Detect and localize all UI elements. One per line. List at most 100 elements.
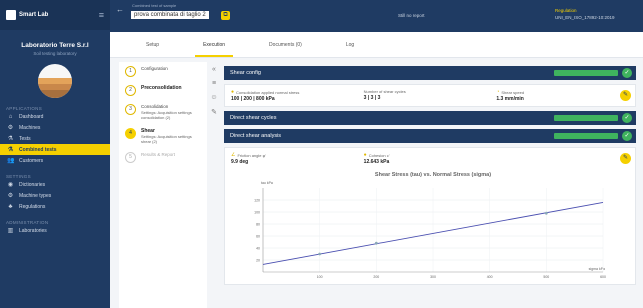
step-configuration[interactable]: 1 Configuration [119,62,207,81]
sidebar-item-laboratories[interactable]: ▥ Laboratories [0,225,110,236]
side-toolbar: « ≡ ☺ ✎ [209,66,219,122]
step-number: 1 [125,66,136,77]
step-subtitle: Settings: Acquisition settings shear (2) [141,134,192,144]
step-shear[interactable]: 4 Shear Settings: Acquisition settings sh… [119,124,207,148]
step-number: 5 [125,152,136,163]
x-axis-label: sigma kPa [589,267,605,271]
building-icon: ▥ [7,228,14,234]
y-tick-label: 100 [254,211,260,215]
lab-name: Laboratorio Terre S.r.l [21,42,89,49]
back-arrow-icon[interactable]: ← [116,5,124,14]
tab-documents[interactable]: Documents (0) [261,32,310,57]
breadcrumb-title: prova combinata di taglio 2 [131,11,209,19]
sidebar-item-customers[interactable]: 👥 Customers [0,155,110,166]
x-tick-label: 400 [487,275,493,279]
tab-setup[interactable]: Setup [138,32,167,57]
top-bar: ← Combined test of sample prova combinat… [110,0,643,32]
edit-pencil-icon[interactable]: ✎ [620,90,631,101]
step-title: Results & Report [141,152,176,157]
step-subtitle: Settings: Acquisition settings consolida… [141,110,192,120]
chart-title: Shear Stress (tau) vs. Normal Stress (si… [375,172,491,178]
shear-config-header[interactable]: Shear config ✓ [224,66,636,80]
lab-avatar [38,64,72,98]
step-number: 3 [125,104,136,115]
wrench-icon[interactable]: ✎ [209,108,219,122]
step-list: 1 Configuration 2 Preconsolidation 3 Con… [119,62,207,308]
machine-icon: ⚙ [7,193,14,199]
brand-bar: Smart Lab ≡ [0,0,110,30]
progress-bar [554,115,618,121]
step-number: 2 [125,85,136,96]
step-title: Preconsolidation [141,85,182,91]
main-content: Shear config ✓ ● Consolidation applied no… [224,66,636,308]
speed-icon: ◔ [496,89,500,95]
regulation-value: UNI_EN_ISO_17892-10:2019 [555,15,615,20]
pin-icon: ● [231,89,235,95]
x-tick-label: 100 [317,275,323,279]
step-title: Configuration [141,66,168,71]
report-status: Still no report [398,13,425,18]
sidebar-item-machines[interactable]: ⚙ Machines [0,122,110,133]
machine-icon: ⚙ [7,125,14,131]
collapse-icon[interactable]: « [209,66,219,80]
analysis-card: ∠ Friction angle φ' 9.9 deg ● Cohesion c' … [224,147,636,285]
field-normal-stress: ● Consolidation applied normal stress 100… [231,89,300,102]
progress-bar [554,133,618,139]
check-icon: ✓ [622,113,632,123]
step-results-report: 5 Results & Report [119,148,207,167]
hamburger-menu-icon[interactable]: ≡ [99,10,104,20]
shear-config-card: ● Consolidation applied normal stress 100… [224,84,636,107]
tab-bar: Setup Execution Documents (0) Log [110,32,643,58]
check-icon: ✓ [622,68,632,78]
logo-text: Smart Lab [19,12,49,18]
people-icon[interactable]: ☺ [209,94,219,108]
y-tick-label: 80 [256,223,260,227]
tab-log[interactable]: Log [338,32,362,57]
lab-subtitle: Soil testing laboratory [33,51,77,56]
list-icon[interactable]: ≡ [209,80,219,94]
y-tick-label: 60 [256,235,260,239]
book-icon: ◉ [7,182,14,188]
sidebar-item-machine-types[interactable]: ⚙ Machine types [0,190,110,201]
x-tick-label: 600 [600,275,606,279]
sidebar-item-combined-tests[interactable]: ⚗ Combined tests [0,144,110,155]
section-title: Shear config [230,70,261,76]
direct-shear-cycles-header[interactable]: Direct shear cycles ✓ [224,111,636,125]
step-consolidation[interactable]: 3 Consolidation Settings: Acquisition set… [119,100,207,124]
y-tick-label: 40 [256,247,260,251]
step-number: 4 [125,128,136,139]
home-icon: ⌂ [8,113,13,120]
x-tick-label: 200 [373,275,379,279]
breadcrumb-small: Combined test of sample [132,3,177,8]
sidebar: Smart Lab ≡ Laboratorio Terre S.r.l Soil… [0,0,110,308]
step-preconsolidation[interactable]: 2 Preconsolidation [119,81,207,100]
y-tick-label: 20 [256,259,260,263]
data-point [544,211,548,215]
pin-icon: ● [363,152,367,158]
sidebar-item-dashboard[interactable]: ⌂ Dashboard [0,111,110,122]
x-tick-label: 300 [430,275,436,279]
sidebar-item-regulations[interactable]: ♣ Regulations [0,201,110,212]
field-cohesion: ● Cohesion c' 12.643 kPa [363,152,390,165]
shear-stress-chart: Shear Stress (tau) vs. Normal Stress (si… [254,172,606,279]
section-title: Direct shear analysis [230,133,282,139]
data-point [374,241,378,245]
logo-icon [6,10,16,20]
app-logo[interactable]: Smart Lab [6,10,48,20]
check-icon: ✓ [622,131,632,141]
field-shear-cycles: Number of shear cycles 3 | 3 | 3 [363,89,406,101]
tab-execution[interactable]: Execution [195,32,234,57]
y-tick-label: 120 [254,199,260,203]
progress-bar [554,70,618,76]
app-root: Smart Lab ≡ Laboratorio Terre S.r.l Soil… [0,0,643,308]
sidebar-item-dictionaries[interactable]: ◉ Dictionaries [0,179,110,190]
section-title: Direct shear cycles [230,115,277,121]
flask-icon: ⚗ [7,136,14,142]
direct-shear-analysis-header[interactable]: Direct shear analysis ✓ [224,129,636,143]
x-tick-label: 500 [543,275,549,279]
regulation-label: Regulation [555,8,577,13]
edit-pencil-icon[interactable]: ✎ [620,153,631,164]
data-point [318,252,322,256]
sidebar-item-tests[interactable]: ⚗ Tests [0,133,110,144]
copy-icon[interactable]: ⧉ [221,11,230,20]
